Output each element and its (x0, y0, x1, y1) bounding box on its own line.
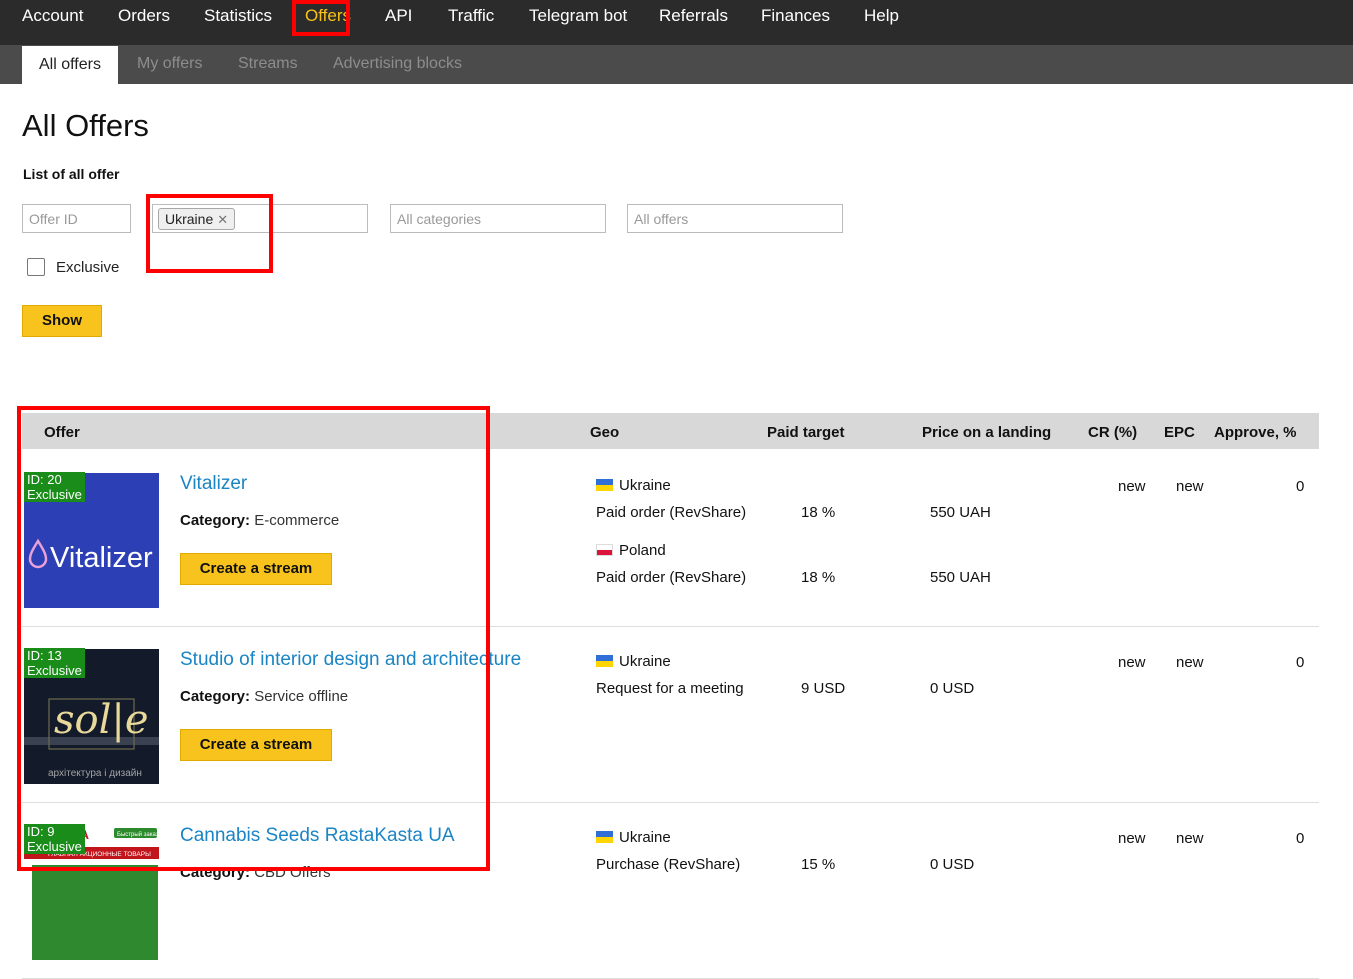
table-row: sol|e архітектура і дизайн ID: 13 Exclus… (22, 626, 1319, 803)
category-label: Category: (180, 512, 251, 529)
svg-text:архітектура і дизайн: архітектура і дизайн (48, 768, 142, 779)
price-landing-value: 550 UAH (930, 569, 991, 586)
create-stream-button[interactable]: Create a stream (180, 729, 332, 761)
ukraine-flag-icon (596, 479, 613, 491)
show-button[interactable]: Show (22, 305, 102, 337)
nav-item-api[interactable]: API (385, 6, 412, 26)
epc-value: new (1176, 654, 1204, 671)
top-navigation: Account Orders Statistics Offers API Tra… (0, 0, 1353, 45)
geo-country-name: Ukraine (619, 829, 671, 846)
create-stream-button[interactable]: Create a stream (180, 553, 332, 585)
nav-item-traffic[interactable]: Traffic (448, 6, 494, 26)
category-select[interactable]: All categories (390, 204, 606, 233)
geo-target: Purchase (RevShare) (596, 856, 741, 873)
exclusive-label: Exclusive (56, 259, 120, 276)
chip-remove-icon[interactable]: ✕ (217, 212, 228, 227)
approve-value: 0 (1296, 830, 1305, 847)
ukraine-flag-icon (596, 831, 613, 843)
nav-item-offers[interactable]: Offers (305, 6, 351, 26)
category-value: CBD Offers (254, 864, 331, 881)
page-title: All Offers (22, 108, 149, 143)
approve-value: 0 (1296, 478, 1305, 495)
offer-id-badge: ID: 20 Exclusive (24, 472, 85, 502)
paid-target-value: 18 % (801, 504, 836, 521)
offer-title-link[interactable]: Cannabis Seeds RastaKasta UA (180, 825, 455, 847)
tab-my-offers[interactable]: My offers (137, 45, 203, 84)
geo-target: Paid order (RevShare) (596, 504, 747, 521)
table-row: STA Быстрый заказ ГЛАВНАЯ АКЦИОННЫЕ ТОВА… (22, 802, 1319, 979)
category-label: Category: (180, 864, 251, 881)
geo-country: Ukraine (596, 829, 671, 846)
epc-value: new (1176, 478, 1204, 495)
paid-target-value: 9 USD (801, 680, 846, 697)
offers-table-header: Offer Geo Paid target Price on a landing… (22, 413, 1319, 449)
geo-country-name: Ukraine (619, 477, 671, 494)
svg-text:sol|e: sol|e (54, 697, 149, 743)
offer-category: Category: CBD Offers (180, 864, 331, 881)
header-paid-target: Paid target (767, 424, 845, 441)
category-value: E-commerce (254, 512, 340, 529)
geo-country-name: Ukraine (619, 653, 671, 670)
geo-country: Poland (596, 542, 666, 559)
price-landing-value: 550 UAH (930, 504, 991, 521)
offers-select[interactable]: All offers (627, 204, 843, 233)
tab-all-offers[interactable]: All offers (22, 46, 118, 84)
cr-value: new (1118, 830, 1146, 847)
category-value: Service offline (254, 688, 349, 705)
nav-item-orders[interactable]: Orders (118, 6, 170, 26)
approve-value: 0 (1296, 654, 1305, 671)
header-epc: EPC (1164, 424, 1195, 441)
header-approve: Approve, % (1214, 424, 1297, 441)
nav-item-telegram-bot[interactable]: Telegram bot (529, 6, 627, 26)
header-geo: Geo (590, 424, 620, 441)
geo-country-name: Poland (619, 542, 666, 559)
offer-category: Category: E-commerce (180, 512, 339, 529)
sub-navigation: All offers My offers Streams Advertising… (0, 45, 1353, 84)
nav-item-statistics[interactable]: Statistics (204, 6, 272, 26)
nav-item-account[interactable]: Account (22, 6, 83, 26)
category-label: Category: (180, 688, 251, 705)
tab-advertising-blocks[interactable]: Advertising blocks (333, 45, 462, 84)
nav-item-finances[interactable]: Finances (761, 6, 830, 26)
nav-item-referrals[interactable]: Referrals (659, 6, 728, 26)
exclusive-checkbox[interactable] (27, 258, 45, 276)
table-row: Vitalizer ID: 20 Exclusive Vitalizer Cat… (22, 450, 1319, 627)
page-subtitle: List of all offer (23, 166, 120, 182)
offer-title-link[interactable]: Vitalizer (180, 473, 247, 495)
offer-id-input[interactable]: Offer ID (22, 204, 131, 233)
offer-id-badge: ID: 9 Exclusive (24, 824, 85, 854)
offer-id-badge: ID: 13 Exclusive (24, 648, 85, 678)
price-landing-value: 0 USD (930, 680, 975, 697)
geo-chip-ukraine: Ukraine ✕ (158, 208, 236, 230)
paid-target-value: 18 % (801, 569, 836, 586)
geo-country: Ukraine (596, 477, 671, 494)
header-price-landing: Price on a landing (922, 424, 1052, 441)
nav-item-help[interactable]: Help (864, 6, 899, 26)
tab-streams[interactable]: Streams (238, 45, 298, 84)
cr-value: new (1118, 478, 1146, 495)
header-offer: Offer (44, 424, 80, 441)
geo-target: Request for a meeting (596, 680, 744, 697)
price-landing-value: 0 USD (930, 856, 975, 873)
ukraine-flag-icon (596, 655, 613, 667)
header-cr: CR (%) (1088, 424, 1138, 441)
cr-value: new (1118, 654, 1146, 671)
geo-country: Ukraine (596, 653, 671, 670)
geo-chip-label: Ukraine (165, 211, 214, 227)
svg-text:Быстрый заказ: Быстрый заказ (117, 831, 159, 838)
svg-text:Vitalizer: Vitalizer (50, 542, 153, 574)
offer-title-link[interactable]: Studio of interior design and architectu… (180, 649, 521, 671)
epc-value: new (1176, 830, 1204, 847)
poland-flag-icon (596, 544, 613, 556)
offer-category: Category: Service offline (180, 688, 348, 705)
paid-target-value: 15 % (801, 856, 836, 873)
geo-target: Paid order (RevShare) (596, 569, 747, 586)
